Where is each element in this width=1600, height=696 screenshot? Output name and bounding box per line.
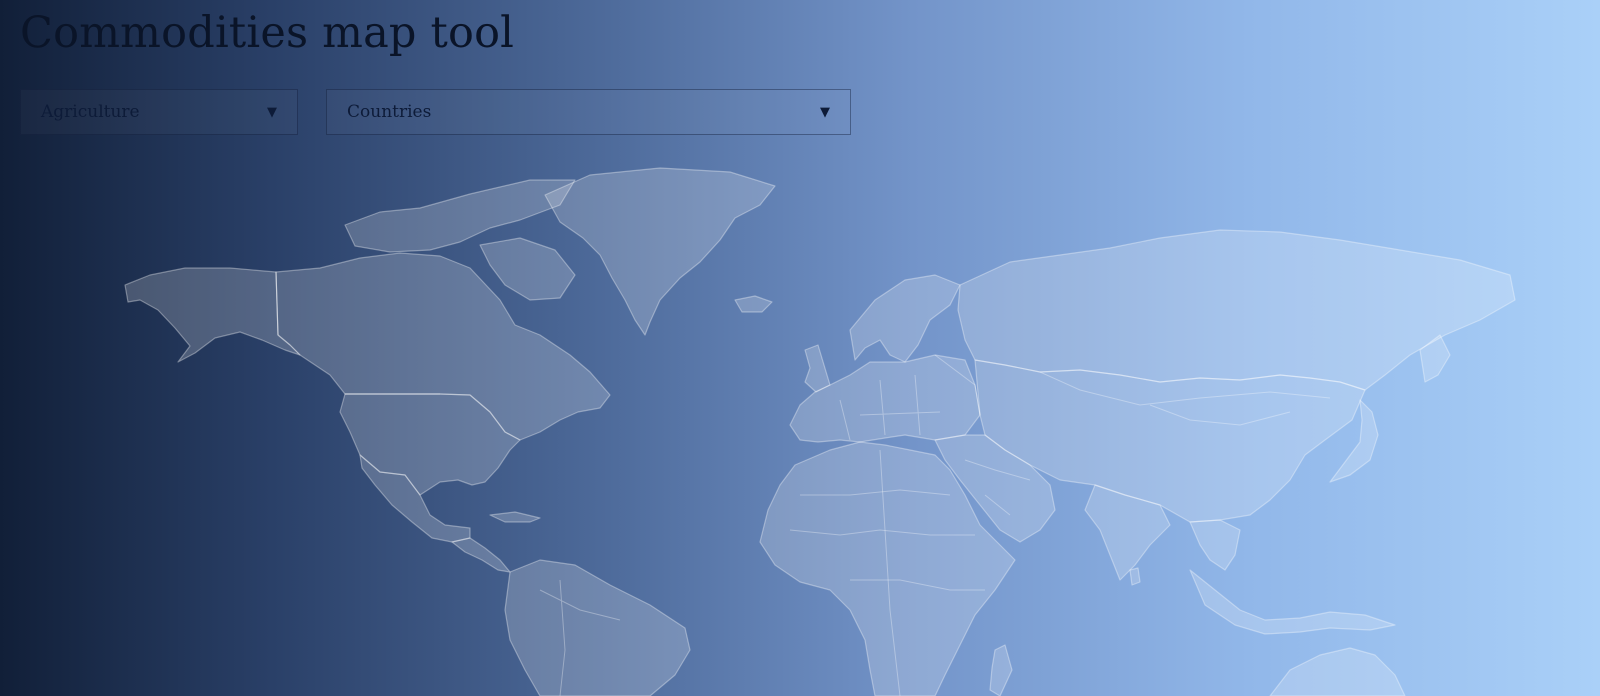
country-australia[interactable]	[1269, 647, 1406, 696]
region-caribbean[interactable]	[489, 511, 541, 523]
region-southeast-asia[interactable]	[1189, 519, 1241, 571]
commodity-category-value: Agriculture	[41, 102, 140, 122]
country-canada-arctic-islands[interactable]	[344, 179, 576, 253]
country-sri-lanka[interactable]	[1129, 567, 1141, 586]
caret-down-icon: ▼	[267, 104, 277, 120]
region-scandinavia[interactable]	[849, 274, 961, 363]
commodity-category-select[interactable]: Agriculture ▼	[20, 89, 298, 135]
region-central-america[interactable]	[451, 537, 511, 573]
caret-down-icon: ▼	[820, 104, 830, 120]
country-canada-baffin[interactable]	[479, 237, 576, 301]
region-indonesia[interactable]	[1189, 569, 1396, 635]
region-type-value: Countries	[347, 102, 432, 122]
country-united-kingdom[interactable]	[804, 344, 831, 393]
country-madagascar[interactable]	[989, 644, 1013, 696]
world-map[interactable]	[0, 150, 1600, 696]
region-type-select[interactable]: Countries ▼	[326, 89, 851, 135]
country-iceland[interactable]	[734, 295, 773, 313]
page-title: Commodities map tool	[20, 8, 515, 58]
region-south-america[interactable]	[504, 559, 691, 696]
country-usa-alaska[interactable]	[124, 267, 301, 363]
